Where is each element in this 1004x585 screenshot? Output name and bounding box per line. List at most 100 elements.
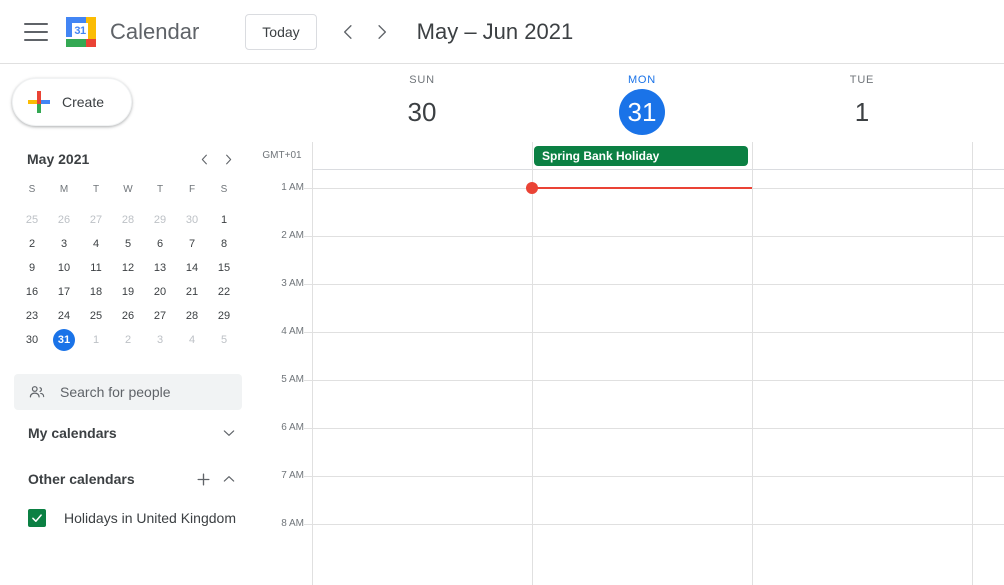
hour-label: 7 AM xyxy=(281,470,304,481)
mini-calendar-day[interactable]: 18 xyxy=(80,280,112,304)
mini-calendar-day[interactable]: 30 xyxy=(16,328,48,352)
hour-gridline xyxy=(312,236,1004,237)
all-day-events-row: Spring Bank Holiday xyxy=(312,142,1004,170)
hour-gridline xyxy=(312,428,1004,429)
all-day-cell[interactable] xyxy=(972,142,1004,170)
mini-calendar-day[interactable]: 4 xyxy=(176,328,208,352)
mini-calendar-day[interactable]: 25 xyxy=(16,208,48,232)
hour-tick xyxy=(304,476,312,477)
app-title: Calendar xyxy=(110,18,200,44)
mini-calendar-day[interactable]: 31 xyxy=(48,328,80,352)
mini-calendar-day[interactable]: 12 xyxy=(112,256,144,280)
mini-calendar-day[interactable]: 22 xyxy=(208,280,240,304)
calendar-checkbox[interactable] xyxy=(28,509,46,527)
chevron-left-icon xyxy=(201,154,207,164)
mini-calendar-day[interactable]: 1 xyxy=(80,328,112,352)
day-column-header[interactable]: TUE 1 xyxy=(752,74,972,135)
google-calendar-logo-icon: 31 xyxy=(64,15,98,49)
day-number[interactable]: 30 xyxy=(312,89,532,135)
mini-calendar-day[interactable]: 17 xyxy=(48,280,80,304)
mini-calendar-day[interactable]: 28 xyxy=(112,208,144,232)
mini-calendar-next-button[interactable] xyxy=(216,147,240,171)
calendar-list-item-label: Holidays in United Kingdom xyxy=(64,510,236,526)
create-button[interactable]: Create xyxy=(12,78,132,126)
my-calendars-collapse-button[interactable] xyxy=(216,420,242,446)
hour-label: 1 AM xyxy=(281,182,304,193)
day-number[interactable]: 1 xyxy=(752,89,972,135)
previous-period-button[interactable] xyxy=(331,15,365,49)
date-range-title: May – Jun 2021 xyxy=(416,18,574,44)
hour-gridline xyxy=(312,380,1004,381)
hour-label: 5 AM xyxy=(281,374,304,385)
mini-calendar-day[interactable]: 28 xyxy=(176,304,208,328)
today-button[interactable]: Today xyxy=(245,13,317,50)
mini-calendar-day[interactable]: 25 xyxy=(80,304,112,328)
calendar-grid: SUN 30 MON 31 TUE 1 GMT+01 Spring Bank Holida… xyxy=(256,64,1004,585)
mini-calendar-day[interactable]: 8 xyxy=(208,232,240,256)
mini-calendar-weekday: F xyxy=(188,184,196,195)
my-calendars-section-header[interactable]: My calendars xyxy=(0,410,256,456)
mini-calendar-day[interactable]: 30 xyxy=(176,208,208,232)
mini-calendar-day[interactable]: 3 xyxy=(144,328,176,352)
mini-calendar-day[interactable]: 26 xyxy=(112,304,144,328)
day-column-header[interactable]: MON 31 xyxy=(532,74,752,135)
mini-calendar-day[interactable]: 21 xyxy=(176,280,208,304)
hour-gridline xyxy=(312,284,1004,285)
people-icon xyxy=(29,386,45,398)
mini-calendar-day[interactable]: 4 xyxy=(80,232,112,256)
mini-calendar-day[interactable]: 24 xyxy=(48,304,80,328)
mini-calendar-day[interactable]: 10 xyxy=(48,256,80,280)
mini-calendar-day[interactable]: 11 xyxy=(80,256,112,280)
next-period-button[interactable] xyxy=(365,15,399,49)
mini-calendar-day[interactable]: 2 xyxy=(112,328,144,352)
mini-calendar-weekday: S xyxy=(28,184,36,195)
day-header-row: SUN 30 MON 31 TUE 1 xyxy=(256,64,1004,142)
hour-label: 3 AM xyxy=(281,278,304,289)
mini-calendar-day[interactable]: 29 xyxy=(208,304,240,328)
mini-calendar-day[interactable]: 2 xyxy=(16,232,48,256)
other-calendars-section-header[interactable]: Other calendars xyxy=(0,456,256,502)
sidebar: Create May 2021 SMTWTFS 25 26 27 28 29 30 1 2 3 4… xyxy=(0,64,256,585)
mini-calendar-day[interactable]: 6 xyxy=(144,232,176,256)
chevron-down-icon xyxy=(223,430,235,436)
hour-tick xyxy=(304,188,312,189)
mini-calendar-prev-button[interactable] xyxy=(192,147,216,171)
hour-tick xyxy=(304,380,312,381)
hour-tick xyxy=(304,284,312,285)
current-time-dot xyxy=(526,182,538,194)
mini-calendar-weekday: S xyxy=(220,184,228,195)
mini-calendar-day[interactable]: 20 xyxy=(144,280,176,304)
mini-calendar-day[interactable]: 27 xyxy=(144,304,176,328)
other-calendars-collapse-button[interactable] xyxy=(216,466,242,492)
add-other-calendar-button[interactable] xyxy=(190,466,216,492)
mini-calendar-day[interactable]: 5 xyxy=(208,328,240,352)
mini-calendar-day[interactable]: 1 xyxy=(208,208,240,232)
day-number[interactable]: 31 xyxy=(532,89,752,135)
mini-calendar-day[interactable]: 23 xyxy=(16,304,48,328)
mini-calendar-day[interactable]: 9 xyxy=(16,256,48,280)
all-day-cell[interactable] xyxy=(752,142,972,170)
mini-calendar-day[interactable]: 26 xyxy=(48,208,80,232)
day-column-divider xyxy=(532,170,533,585)
mini-calendar-day[interactable]: 13 xyxy=(144,256,176,280)
hamburger-menu-icon[interactable] xyxy=(24,22,48,41)
day-of-week-label: TUE xyxy=(849,74,875,86)
calendar-list-item-holidays-uk[interactable]: Holidays in United Kingdom xyxy=(0,502,256,534)
day-column-header[interactable]: SUN 30 xyxy=(312,74,532,135)
all-day-event-chip[interactable]: Spring Bank Holiday xyxy=(534,146,748,166)
mini-calendar-day[interactable]: 16 xyxy=(16,280,48,304)
mini-calendar-day[interactable]: 19 xyxy=(112,280,144,304)
mini-calendar-day[interactable]: 7 xyxy=(176,232,208,256)
mini-calendar-day[interactable]: 14 xyxy=(176,256,208,280)
mini-calendar-day[interactable]: 5 xyxy=(112,232,144,256)
mini-calendar-day[interactable]: 15 xyxy=(208,256,240,280)
mini-calendar-day[interactable]: 29 xyxy=(144,208,176,232)
hour-label: 6 AM xyxy=(281,422,304,433)
mini-calendar-day[interactable]: 27 xyxy=(80,208,112,232)
all-day-cell[interactable] xyxy=(312,142,532,170)
search-for-people-input[interactable]: Search for people xyxy=(14,374,242,410)
day-column-divider xyxy=(972,170,973,585)
check-icon xyxy=(32,514,42,522)
mini-calendar-weekday: T xyxy=(156,184,164,195)
mini-calendar-day[interactable]: 3 xyxy=(48,232,80,256)
